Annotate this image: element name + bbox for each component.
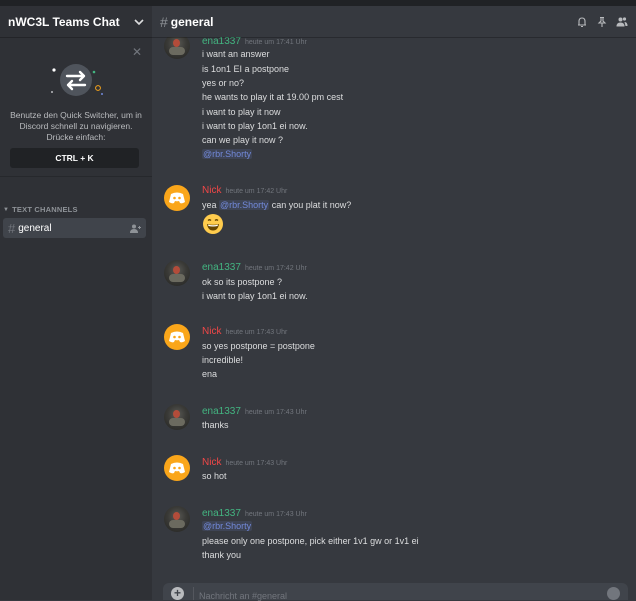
message-text: he wants to play it at 19.00 pm cest bbox=[202, 92, 344, 102]
username[interactable]: Nick bbox=[202, 457, 221, 468]
avatar[interactable] bbox=[164, 260, 190, 286]
message-text-part: yea bbox=[202, 200, 217, 210]
message-list[interactable]: ena1337 heute um 17:41 Uhr i want an answ… bbox=[152, 37, 636, 577]
message-text: ok so its postpone ? bbox=[202, 277, 283, 287]
avatar[interactable] bbox=[164, 404, 190, 430]
message-text: incredible! bbox=[202, 355, 244, 365]
username[interactable]: ena1337 bbox=[202, 406, 241, 417]
timestamp: heute um 17:41 Uhr bbox=[244, 39, 307, 46]
message-text: i want to play 1on1 ei now. bbox=[202, 121, 308, 131]
avatar[interactable] bbox=[164, 37, 190, 59]
message-header: Nick heute um 17:42 Uhr bbox=[202, 185, 287, 196]
channel-name: general bbox=[18, 222, 52, 234]
message-text: thank you bbox=[202, 550, 242, 560]
timestamp: heute um 17:42 Uhr bbox=[244, 265, 307, 272]
members-icon[interactable] bbox=[616, 16, 628, 28]
username[interactable]: Nick bbox=[202, 185, 221, 196]
message-text: so yes postpone = postpone bbox=[202, 341, 315, 351]
username[interactable]: ena1337 bbox=[202, 508, 241, 519]
user-mention[interactable]: @rbr.Shorty bbox=[202, 521, 253, 531]
channel-header: # general bbox=[152, 6, 636, 37]
message-header: ena1337 heute um 17:43 Uhr bbox=[202, 508, 307, 519]
quick-switcher-text: Benutze den Quick Switcher, um in Discor… bbox=[10, 110, 142, 142]
avatar[interactable] bbox=[164, 455, 190, 481]
divider bbox=[193, 587, 194, 600]
server-header[interactable]: nWC3L Teams Chat bbox=[0, 6, 152, 38]
message-text: can we play it now ? bbox=[202, 135, 284, 145]
close-icon[interactable]: ✕ bbox=[132, 46, 142, 58]
pin-icon[interactable] bbox=[596, 16, 608, 28]
avatar[interactable] bbox=[164, 506, 190, 532]
upload-plus-icon[interactable]: + bbox=[171, 587, 184, 600]
avatar[interactable] bbox=[164, 324, 190, 350]
timestamp: heute um 17:43 Uhr bbox=[244, 409, 307, 416]
message-text: i want an answer bbox=[202, 49, 270, 59]
hash-icon: # bbox=[160, 13, 168, 30]
message-header: Nick heute um 17:43 Uhr bbox=[202, 457, 287, 468]
message-text: thanks bbox=[202, 420, 229, 430]
message-text: is 1on1 EI a postpone bbox=[202, 64, 290, 74]
avatar[interactable] bbox=[164, 185, 190, 211]
caret-down-icon: ▼ bbox=[3, 206, 10, 213]
message-text: please only one postpone, pick either 1v… bbox=[202, 536, 419, 546]
discord-logo-icon bbox=[169, 462, 185, 474]
message-composer[interactable]: + Nachricht an #general bbox=[163, 583, 628, 601]
message-text-part: can you plat it now? bbox=[271, 200, 352, 210]
hash-icon: # bbox=[8, 220, 16, 236]
message-text: i want to play it now bbox=[202, 107, 281, 117]
discord-logo-icon bbox=[169, 192, 185, 204]
message-header: Nick heute um 17:43 Uhr bbox=[202, 326, 287, 337]
message-text: @rbr.Shorty bbox=[202, 521, 253, 531]
channel-sidebar: nWC3L Teams Chat ✕ Benutze den Quick Swi… bbox=[0, 6, 152, 600]
grinning-emoji-icon bbox=[203, 214, 223, 234]
message-header: ena1337 heute um 17:43 Uhr bbox=[202, 406, 307, 417]
quick-switcher-arrows-icon bbox=[51, 64, 103, 96]
message-header: ena1337 heute um 17:41 Uhr bbox=[202, 37, 307, 47]
invite-user-icon[interactable] bbox=[130, 224, 141, 233]
channel-category[interactable]: ▼ TEXT CHANNELS bbox=[0, 205, 152, 214]
timestamp: heute um 17:42 Uhr bbox=[225, 188, 288, 195]
discord-logo-icon bbox=[169, 331, 185, 343]
message-text: yea @rbr.Shorty can you plat it now? bbox=[202, 200, 351, 210]
quick-switcher-tip: ✕ Benutze den Quick Switcher, um in Disc… bbox=[0, 38, 152, 177]
channel-item-general[interactable]: # general bbox=[3, 218, 146, 238]
message-text: ena bbox=[202, 369, 218, 379]
username[interactable]: ena1337 bbox=[202, 37, 241, 47]
chevron-down-icon[interactable] bbox=[134, 17, 144, 27]
server-name: nWC3L Teams Chat bbox=[8, 14, 120, 29]
message-text: so hot bbox=[202, 471, 227, 481]
timestamp: heute um 17:43 Uhr bbox=[225, 329, 288, 336]
timestamp: heute um 17:43 Uhr bbox=[244, 511, 307, 518]
username[interactable]: Nick bbox=[202, 326, 221, 337]
category-label: TEXT CHANNELS bbox=[12, 205, 78, 214]
user-mention[interactable]: @rbr.Shorty bbox=[219, 200, 270, 210]
emoji-picker-icon[interactable] bbox=[607, 587, 620, 600]
channel-title: general bbox=[170, 14, 214, 29]
quick-switcher-shortcut-button[interactable]: CTRL + K bbox=[10, 148, 139, 168]
timestamp: heute um 17:43 Uhr bbox=[225, 460, 288, 467]
message-header: ena1337 heute um 17:42 Uhr bbox=[202, 262, 307, 273]
bell-icon[interactable] bbox=[576, 16, 588, 28]
message-text: i want to play 1on1 ei now. bbox=[202, 291, 308, 301]
message-text: yes or no? bbox=[202, 78, 245, 88]
message-text: @rbr.Shorty bbox=[202, 149, 253, 159]
username[interactable]: ena1337 bbox=[202, 262, 241, 273]
user-mention[interactable]: @rbr.Shorty bbox=[202, 149, 253, 159]
